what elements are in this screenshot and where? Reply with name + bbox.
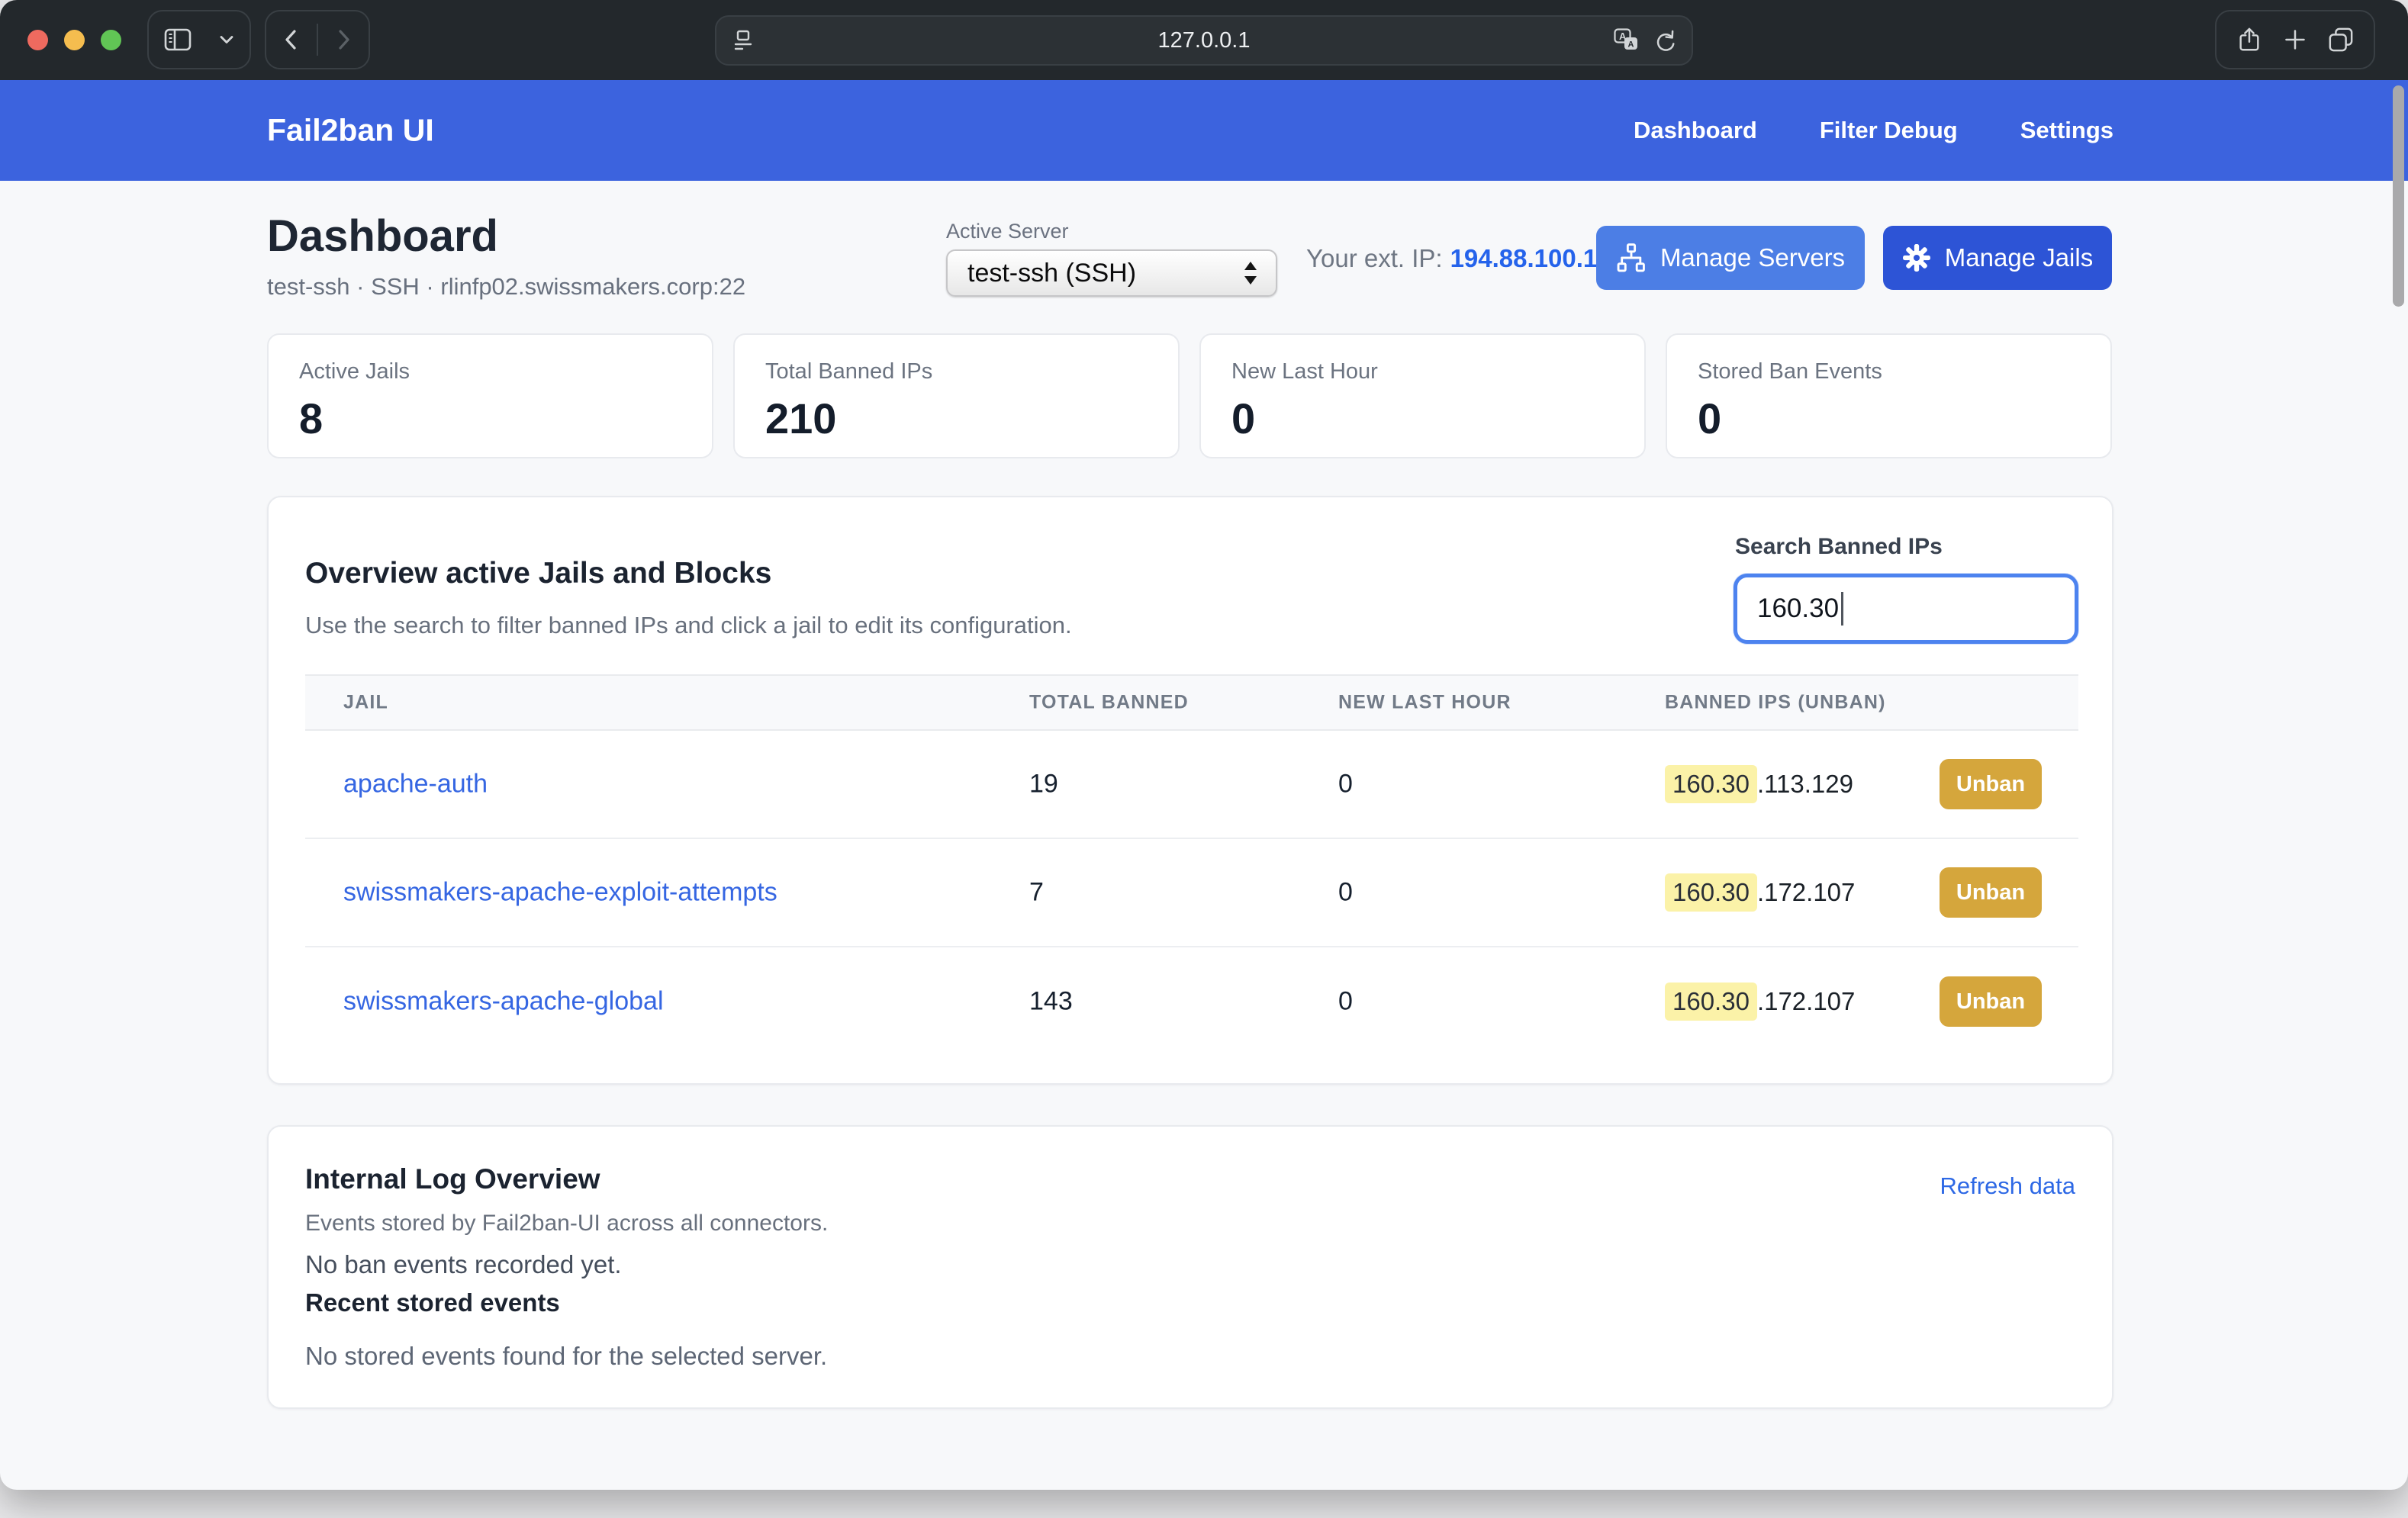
search-value: 160.30 (1757, 593, 1839, 624)
page-title: Dashboard (267, 211, 498, 262)
banned-ip-rest: .113.129 (1757, 770, 1853, 799)
translate-icon[interactable]: A A (1614, 28, 1640, 53)
no-ban-events-text: No ban events recorded yet. (305, 1250, 622, 1279)
gear-icon (1902, 243, 1931, 272)
banned-ip-highlight: 160.30 (1665, 983, 1757, 1021)
search-banned-ips-input[interactable]: 160.30 (1734, 574, 2078, 644)
table-row: apache-auth 19 0 160.30.113.129 Unban (305, 731, 2078, 839)
stat-value: 8 (299, 394, 712, 443)
stat-card-active-jails: Active Jails 8 (267, 333, 713, 458)
log-title: Internal Log Overview (305, 1163, 600, 1195)
search-banned-ips-label: Search Banned IPs (1735, 534, 1943, 560)
internal-log-card: Internal Log Overview Events stored by F… (267, 1125, 2113, 1409)
navigation-button-group (265, 10, 370, 69)
browser-window: 127.0.0.1 A A (0, 0, 2408, 1490)
nav-links: Dashboard Filter Debug Settings (1634, 80, 2113, 181)
unban-button[interactable]: Unban (1940, 867, 2042, 918)
page-subtitle: test-ssh · SSH · rlinfp02.swissmakers.co… (267, 273, 745, 301)
new-last-hour-value: 0 (1338, 770, 1353, 799)
nav-link-filter-debug[interactable]: Filter Debug (1820, 117, 1958, 144)
sidebar-icon[interactable] (164, 27, 192, 52)
no-stored-events-text: No stored events found for the selected … (305, 1342, 827, 1371)
new-last-hour-value: 0 (1338, 878, 1353, 908)
stat-value: 0 (1231, 394, 1644, 443)
app-brand: Fail2ban UI (267, 113, 434, 149)
stat-value: 0 (1698, 394, 2110, 443)
new-last-hour-value: 0 (1338, 987, 1353, 1017)
unban-button[interactable]: Unban (1940, 759, 2042, 809)
close-window-button[interactable] (27, 30, 48, 50)
column-header-total-banned: Total Banned (1029, 692, 1189, 714)
select-stepper-icon (1242, 260, 1259, 286)
app-navbar: Fail2ban UI Dashboard Filter Debug Setti… (0, 80, 2408, 181)
new-tab-icon[interactable] (2283, 27, 2307, 52)
overview-card: Overview active Jails and Blocks Use the… (267, 496, 2113, 1085)
reload-icon[interactable] (1652, 28, 1676, 53)
stat-label: Stored Ban Events (1698, 359, 2110, 384)
total-banned-value: 19 (1029, 770, 1058, 799)
stat-label: Total Banned IPs (765, 359, 1178, 384)
forward-icon[interactable] (336, 29, 352, 50)
manage-jails-label: Manage Jails (1945, 243, 2093, 272)
unban-button[interactable]: Unban (1940, 976, 2042, 1027)
recent-stored-events-title: Recent stored events (305, 1288, 560, 1317)
tabs-icon[interactable] (2328, 27, 2354, 53)
nav-link-dashboard[interactable]: Dashboard (1634, 117, 1757, 144)
banned-ip-highlight: 160.30 (1665, 873, 1757, 912)
back-icon[interactable] (283, 29, 298, 50)
maximize-window-button[interactable] (101, 30, 121, 50)
svg-text:A: A (1628, 40, 1634, 50)
share-icon[interactable] (2236, 27, 2262, 53)
banned-ip: 160.30.172.107 (1665, 983, 1855, 1021)
overview-title: Overview active Jails and Blocks (305, 557, 771, 590)
column-header-new-last-hour: New Last Hour (1338, 692, 1511, 714)
total-banned-value: 143 (1029, 987, 1073, 1017)
stat-label: Active Jails (299, 359, 712, 384)
stat-card-total-banned: Total Banned IPs 210 (733, 333, 1180, 458)
external-ip-label: Your ext. IP: (1306, 244, 1443, 272)
table-row: swissmakers-apache-global 143 0 160.30.1… (305, 947, 2078, 1056)
active-server-select[interactable]: test-ssh (SSH) (946, 249, 1277, 297)
stat-card-new-last-hour: New Last Hour 0 (1199, 333, 1646, 458)
stat-card-stored-ban-events: Stored Ban Events 0 (1666, 333, 2112, 458)
banned-ip-rest: .172.107 (1757, 878, 1855, 907)
chevron-down-icon[interactable] (219, 34, 234, 45)
manage-servers-label: Manage Servers (1660, 243, 1845, 272)
window-actions-group (2215, 10, 2375, 69)
page-scrollbar[interactable] (2393, 85, 2404, 307)
stat-label: New Last Hour (1231, 359, 1644, 384)
browser-toolbar: 127.0.0.1 A A (0, 0, 2408, 80)
jail-link[interactable]: swissmakers-apache-global (343, 987, 664, 1017)
stat-value: 210 (765, 394, 1178, 443)
external-ip: Your ext. IP:194.88.100.134 (1306, 244, 1625, 273)
nav-link-settings[interactable]: Settings (2020, 117, 2113, 144)
address-bar[interactable]: 127.0.0.1 A A (715, 15, 1693, 66)
log-subtitle: Events stored by Fail2ban-UI across all … (305, 1211, 828, 1237)
overview-subtitle: Use the search to filter banned IPs and … (305, 612, 1072, 639)
jail-link[interactable]: swissmakers-apache-exploit-attempts (343, 878, 777, 908)
table-row: swissmakers-apache-exploit-attempts 7 0 … (305, 839, 2078, 947)
banned-ip: 160.30.172.107 (1665, 873, 1855, 912)
page-appearance-icon[interactable] (732, 29, 755, 52)
active-server-label: Active Server (946, 220, 1069, 243)
banned-ip-rest: .172.107 (1757, 987, 1855, 1016)
total-banned-value: 7 (1029, 878, 1044, 908)
manage-servers-button[interactable]: Manage Servers (1596, 226, 1865, 290)
banned-ip: 160.30.113.129 (1665, 765, 1853, 803)
manage-jails-button[interactable]: Manage Jails (1883, 226, 2112, 290)
active-server-value: test-ssh (SSH) (967, 259, 1242, 288)
minimize-window-button[interactable] (64, 30, 85, 50)
sidebar-toggle-group[interactable] (147, 10, 251, 69)
jail-link[interactable]: apache-auth (343, 770, 488, 799)
banned-ip-highlight: 160.30 (1665, 765, 1757, 803)
jails-table-header: Jail Total Banned New Last Hour Banned I… (305, 674, 2078, 731)
refresh-data-link[interactable]: Refresh data (1940, 1172, 2076, 1200)
url-text[interactable]: 127.0.0.1 (716, 28, 1692, 53)
servers-diagram-icon (1616, 243, 1647, 272)
column-header-jail: Jail (343, 692, 388, 714)
toolbar-divider (317, 24, 318, 56)
column-header-banned-ips: Banned IPs (Unban) (1665, 692, 1886, 714)
text-caret (1841, 592, 1843, 626)
